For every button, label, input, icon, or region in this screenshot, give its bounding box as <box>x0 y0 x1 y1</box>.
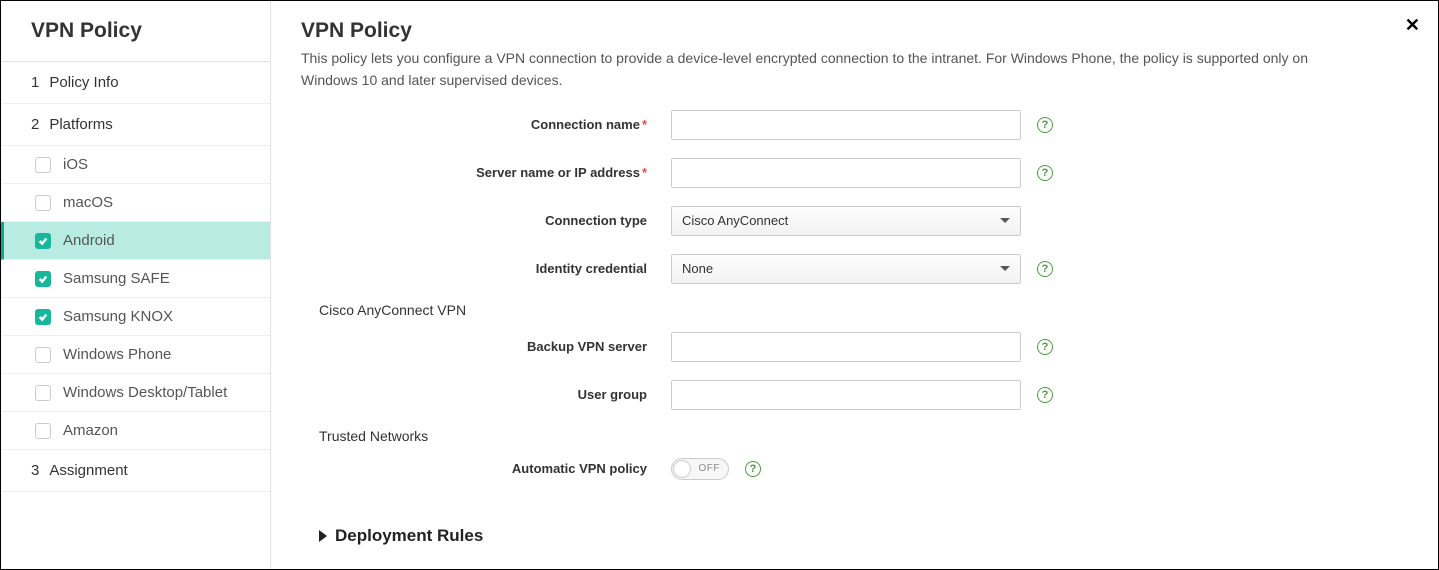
platform-item-ios[interactable]: iOS <box>1 146 270 184</box>
label-server-name: Server name or IP address* <box>301 165 671 180</box>
label-user-group: User group <box>301 387 671 402</box>
checkbox[interactable] <box>35 309 51 325</box>
platform-label: Windows Desktop/Tablet <box>63 384 227 401</box>
checkbox[interactable] <box>35 233 51 249</box>
user-group-input[interactable] <box>671 380 1021 410</box>
platform-item-samsung-safe[interactable]: Samsung SAFE <box>1 260 270 298</box>
step-label: Assignment <box>49 462 127 479</box>
section-trusted-networks: Trusted Networks <box>319 428 1408 444</box>
page-title: VPN Policy <box>301 19 1408 43</box>
label-connection-type: Connection type <box>301 213 671 228</box>
platform-item-samsung-knox[interactable]: Samsung KNOX <box>1 298 270 336</box>
label-backup-vpn: Backup VPN server <box>301 339 671 354</box>
platform-item-windows-desktop-tablet[interactable]: Windows Desktop/Tablet <box>1 374 270 412</box>
platform-label: Samsung SAFE <box>63 270 170 287</box>
chevron-down-icon <box>1000 266 1010 271</box>
checkbox[interactable] <box>35 347 51 363</box>
checkbox[interactable] <box>35 385 51 401</box>
platform-label: Amazon <box>63 422 118 439</box>
select-value: Cisco AnyConnect <box>682 213 788 228</box>
checkbox[interactable] <box>35 423 51 439</box>
section-cisco-anyconnect: Cisco AnyConnect VPN <box>319 302 1408 318</box>
help-icon[interactable]: ? <box>1037 339 1053 355</box>
help-icon[interactable]: ? <box>1037 117 1053 133</box>
label-auto-vpn: Automatic VPN policy <box>301 461 671 476</box>
label-identity-credential: Identity credential <box>301 261 671 276</box>
platform-item-macos[interactable]: macOS <box>1 184 270 222</box>
platform-label: macOS <box>63 194 113 211</box>
label-connection-name: Connection name* <box>301 117 671 132</box>
help-icon[interactable]: ? <box>1037 165 1053 181</box>
platform-item-amazon[interactable]: Amazon <box>1 412 270 450</box>
platform-label: Samsung KNOX <box>63 308 173 325</box>
sidebar-title: VPN Policy <box>1 1 270 62</box>
platform-label: Android <box>63 232 115 249</box>
platform-item-windows-phone[interactable]: Windows Phone <box>1 336 270 374</box>
step-num: 1 <box>31 74 39 91</box>
toggle-label: OFF <box>699 463 721 474</box>
toggle-knob <box>673 460 691 478</box>
checkbox[interactable] <box>35 195 51 211</box>
step-label: Platforms <box>49 116 112 133</box>
platform-label: Windows Phone <box>63 346 171 363</box>
platform-label: iOS <box>63 156 88 173</box>
step-assignment[interactable]: 3 Assignment <box>1 450 270 492</box>
deployment-rules-toggle[interactable]: Deployment Rules <box>301 526 1408 546</box>
step-label: Policy Info <box>49 74 118 91</box>
checkbox[interactable] <box>35 157 51 173</box>
help-icon[interactable]: ? <box>1037 261 1053 277</box>
close-icon[interactable]: ✕ <box>1405 15 1420 36</box>
help-icon[interactable]: ? <box>745 461 761 477</box>
platform-item-android[interactable]: Android <box>1 222 270 260</box>
step-num: 2 <box>31 116 39 133</box>
checkbox[interactable] <box>35 271 51 287</box>
sidebar: VPN Policy 1 Policy Info 2 Platforms iOS… <box>1 1 271 569</box>
main-panel: ✕ VPN Policy This policy lets you config… <box>271 1 1438 569</box>
identity-credential-select[interactable]: None <box>671 254 1021 284</box>
connection-name-input[interactable] <box>671 110 1021 140</box>
step-policy-info[interactable]: 1 Policy Info <box>1 62 270 104</box>
server-name-input[interactable] <box>671 158 1021 188</box>
auto-vpn-toggle[interactable]: OFF <box>671 458 729 480</box>
deployment-rules-label: Deployment Rules <box>335 526 483 546</box>
connection-type-select[interactable]: Cisco AnyConnect <box>671 206 1021 236</box>
help-icon[interactable]: ? <box>1037 387 1053 403</box>
page-description: This policy lets you configure a VPN con… <box>301 47 1361 92</box>
step-platforms[interactable]: 2 Platforms <box>1 104 270 146</box>
select-value: None <box>682 261 713 276</box>
step-num: 3 <box>31 462 39 479</box>
backup-vpn-input[interactable] <box>671 332 1021 362</box>
triangle-right-icon <box>319 530 327 542</box>
chevron-down-icon <box>1000 218 1010 223</box>
